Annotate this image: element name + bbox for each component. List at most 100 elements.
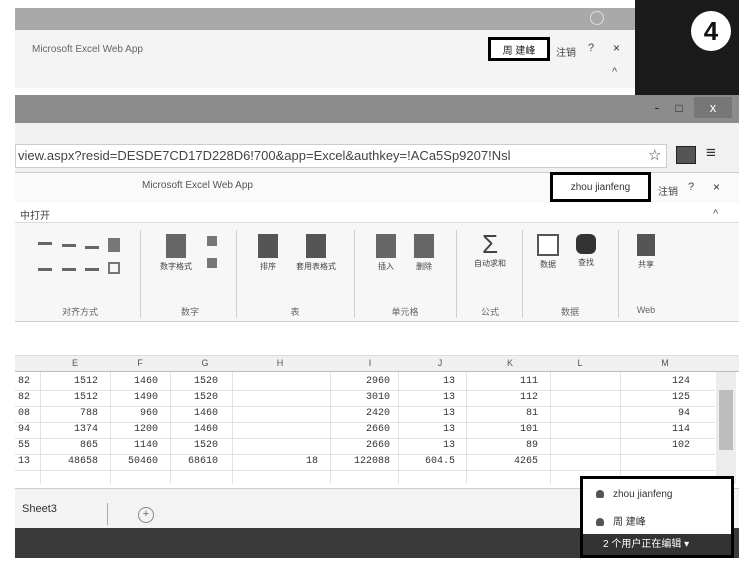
table-cell[interactable]: 1140 xyxy=(98,440,158,451)
sheet-tab-active[interactable]: Sheet3 xyxy=(22,503,108,525)
back-window-collapse-icon[interactable]: ^ xyxy=(612,66,617,78)
merge-icon[interactable] xyxy=(108,262,120,274)
add-sheet-icon[interactable]: + xyxy=(138,507,154,523)
wrap-text-icon[interactable] xyxy=(108,238,120,252)
address-bar[interactable]: view.aspx?resid=DESDE7CD17D228D6!700&app… xyxy=(15,144,667,168)
table-cell[interactable]: 111 xyxy=(478,376,538,387)
align-bottom-icon[interactable] xyxy=(85,246,99,249)
window-close-button[interactable]: x xyxy=(694,97,732,118)
table-cell[interactable]: 1512 xyxy=(38,392,98,403)
table-cell[interactable]: 13 xyxy=(0,456,30,467)
align-top-icon[interactable] xyxy=(38,242,52,245)
table-cell[interactable]: 1520 xyxy=(158,392,218,403)
number-format-button[interactable]: 数字格式 xyxy=(155,234,197,272)
table-cell[interactable]: 112 xyxy=(478,392,538,403)
share-button[interactable]: 共享 xyxy=(628,234,664,270)
table-cell[interactable]: 102 xyxy=(630,440,690,451)
table-cell[interactable]: 124 xyxy=(630,376,690,387)
editing-user-item[interactable]: zhou jianfeng xyxy=(596,489,673,500)
table-cell[interactable]: 4265 xyxy=(478,456,538,467)
table-cell[interactable]: 1520 xyxy=(158,376,218,387)
scrollbar-thumb[interactable] xyxy=(719,390,733,450)
back-window-help-icon[interactable]: ? xyxy=(588,42,594,54)
autosum-button[interactable]: Σ 自动求和 xyxy=(466,230,514,269)
table-cell[interactable]: 50460 xyxy=(98,456,158,467)
bookmark-star-icon[interactable]: ☆ xyxy=(648,146,661,164)
table-cell[interactable]: 1460 xyxy=(98,376,158,387)
column-header-k[interactable]: K xyxy=(495,358,525,368)
align-right-icon[interactable] xyxy=(85,268,99,271)
browser-menu-icon[interactable]: ≡ xyxy=(706,143,716,163)
table-cell[interactable]: 101 xyxy=(478,424,538,435)
help-icon[interactable]: ? xyxy=(688,181,694,193)
decrease-decimal-icon[interactable] xyxy=(207,258,217,268)
table-cell[interactable]: 94 xyxy=(0,424,30,435)
back-window-user-name-button[interactable]: 周 建峰 xyxy=(488,37,550,61)
table-cell[interactable]: 2660 xyxy=(330,424,390,435)
column-header-l[interactable]: L xyxy=(565,358,595,368)
editing-user-item[interactable]: 周 建峰 xyxy=(596,513,646,528)
table-cell[interactable]: 13 xyxy=(395,408,455,419)
user-name-button[interactable]: zhou jianfeng xyxy=(550,172,651,202)
table-cell[interactable]: 89 xyxy=(478,440,538,451)
align-left-icon[interactable] xyxy=(38,268,52,271)
table-cell[interactable]: 122088 xyxy=(330,456,390,467)
table-cell[interactable]: 865 xyxy=(38,440,98,451)
table-cell[interactable]: 604.5 xyxy=(395,456,455,467)
align-center-icon[interactable] xyxy=(62,268,76,271)
table-cell[interactable]: 13 xyxy=(395,392,455,403)
back-window-close-icon[interactable]: × xyxy=(613,41,620,55)
table-cell[interactable]: 2420 xyxy=(330,408,390,419)
maximize-icon[interactable]: □ xyxy=(668,100,690,116)
table-cell[interactable]: 13 xyxy=(395,440,455,451)
table-cell[interactable]: 08 xyxy=(0,408,30,419)
data-button[interactable]: 数据 xyxy=(530,234,566,270)
delete-button[interactable]: 删除 xyxy=(406,234,442,272)
column-header-f[interactable]: F xyxy=(125,358,155,368)
insert-button[interactable]: 插入 xyxy=(368,234,404,272)
table-cell[interactable]: 48658 xyxy=(38,456,98,467)
table-cell[interactable]: 1200 xyxy=(98,424,158,435)
extension-icon[interactable] xyxy=(676,146,696,164)
column-header-g[interactable]: G xyxy=(190,358,220,368)
table-cell[interactable]: 1460 xyxy=(158,424,218,435)
table-cell[interactable]: 13 xyxy=(395,376,455,387)
table-cell[interactable]: 82 xyxy=(0,392,30,403)
table-cell[interactable]: 125 xyxy=(630,392,690,403)
editing-users-toggle[interactable]: 2 个用户正在编辑 ▾ xyxy=(583,534,731,555)
table-cell[interactable]: 788 xyxy=(38,408,98,419)
column-header-h[interactable]: H xyxy=(265,358,295,368)
minimize-icon[interactable]: - xyxy=(646,100,668,116)
table-cell[interactable]: 3010 xyxy=(330,392,390,403)
table-cell[interactable]: 960 xyxy=(98,408,158,419)
table-cell[interactable]: 1512 xyxy=(38,376,98,387)
table-cell[interactable]: 82 xyxy=(0,376,30,387)
table-cell[interactable]: 1460 xyxy=(158,408,218,419)
back-window-signout-link[interactable]: 注销 xyxy=(556,44,576,59)
align-middle-icon[interactable] xyxy=(62,244,76,247)
table-cell[interactable]: 13 xyxy=(395,424,455,435)
format-as-table-button[interactable]: 套用表格式 xyxy=(288,234,344,272)
table-cell[interactable]: 55 xyxy=(0,440,30,451)
table-cell[interactable]: 1374 xyxy=(38,424,98,435)
increase-decimal-icon[interactable] xyxy=(207,236,217,246)
table-cell[interactable]: 114 xyxy=(630,424,690,435)
column-header-e[interactable]: E xyxy=(60,358,90,368)
table-cell[interactable]: 68610 xyxy=(158,456,218,467)
table-cell[interactable]: 18 xyxy=(258,456,318,467)
signout-link[interactable]: 注销 xyxy=(658,183,678,198)
table-cell[interactable]: 2960 xyxy=(330,376,390,387)
close-icon[interactable]: × xyxy=(713,180,720,194)
column-header-i[interactable]: I xyxy=(355,358,385,368)
find-button[interactable]: 查找 xyxy=(568,234,604,268)
table-cell[interactable]: 1490 xyxy=(98,392,158,403)
table-cell[interactable]: 2660 xyxy=(330,440,390,451)
table-cell[interactable]: 1520 xyxy=(158,440,218,451)
table-cell[interactable]: 94 xyxy=(630,408,690,419)
table-cell[interactable]: 81 xyxy=(478,408,538,419)
ribbon-collapse-icon[interactable]: ^ xyxy=(713,208,718,220)
column-header-m[interactable]: M xyxy=(650,358,680,368)
sort-button[interactable]: 排序 xyxy=(250,234,286,272)
column-header-j[interactable]: J xyxy=(425,358,455,368)
ribbon-tab-open-in[interactable]: 中打开 xyxy=(20,207,50,222)
